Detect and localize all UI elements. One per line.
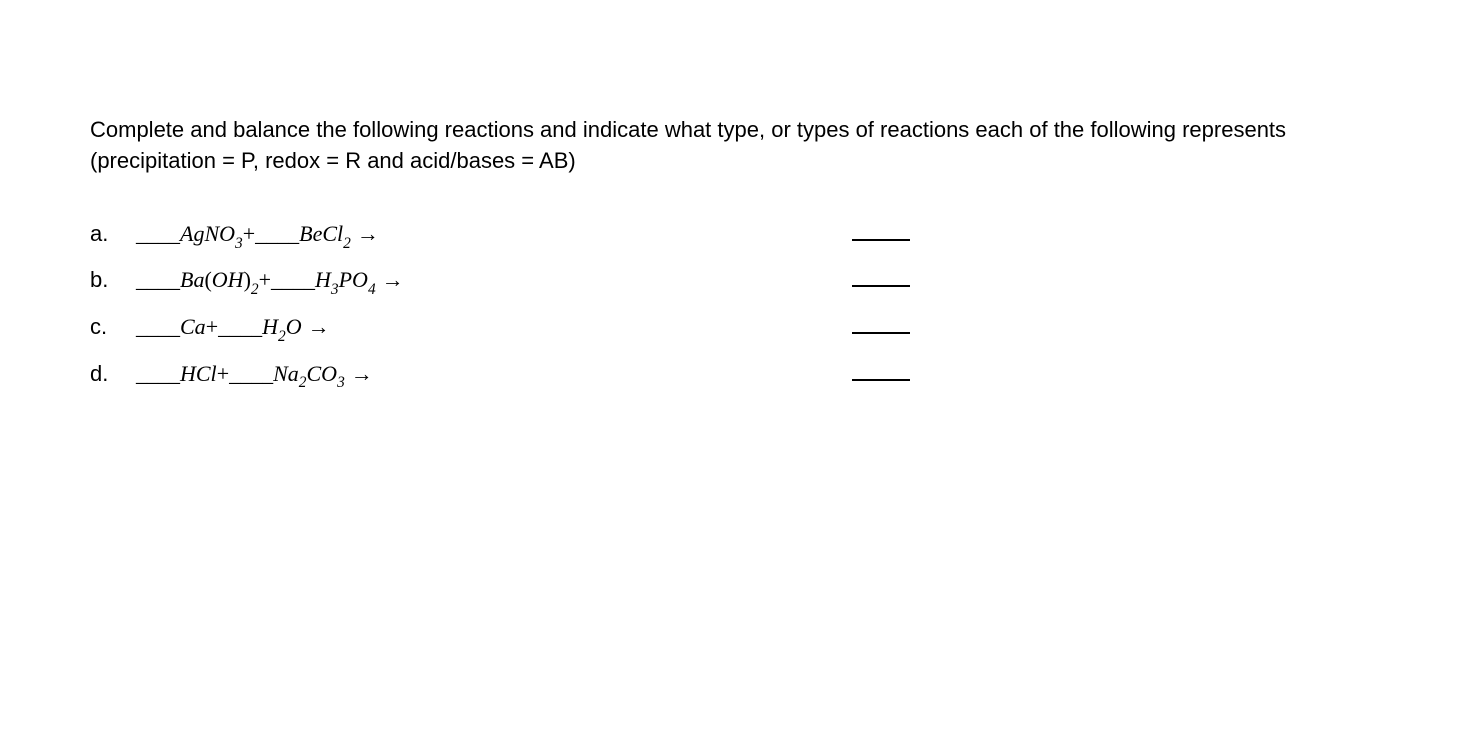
reactant-text: BeCl	[299, 221, 343, 246]
paren: )	[244, 267, 251, 292]
coefficient-blank[interactable]: ____	[229, 361, 273, 387]
reactant-text: Na	[273, 361, 299, 386]
subscript: 3	[337, 374, 345, 391]
reaction-arrow: →	[345, 361, 373, 386]
reactant-text: AgNO	[180, 221, 235, 246]
reaction-type-blank[interactable]	[852, 310, 910, 334]
reactant-text: Ba	[180, 267, 204, 292]
reactant-text: HCl	[180, 361, 217, 386]
subscript: 3	[331, 281, 339, 298]
problem-a-equation: ____AgNO3+____BeCl2→	[136, 221, 379, 251]
reaction-arrow: →	[302, 314, 330, 339]
problems-list: a. ____AgNO3+____BeCl2→ b. ____Ba(OH)2+_…	[90, 217, 1380, 391]
reaction-type-blank[interactable]	[852, 217, 910, 241]
subscript: 2	[343, 235, 351, 252]
reactant-text: Ca	[180, 314, 206, 339]
subscript: 3	[235, 235, 243, 252]
problem-c-label: c.	[90, 314, 136, 340]
problem-b-label: b.	[90, 267, 136, 293]
problem-b: b. ____Ba(OH)2+____H3PO4→	[90, 263, 1380, 298]
reactant-text: CO	[307, 361, 338, 386]
problem-c: c. ____Ca+____H2O→	[90, 310, 1380, 345]
reactant-text: H	[315, 267, 331, 292]
instructions-text: Complete and balance the following react…	[90, 115, 1380, 177]
plus-sign: +	[243, 221, 255, 246]
problem-c-equation: ____Ca+____H2O→	[136, 314, 330, 344]
paren: (	[204, 267, 211, 292]
coefficient-blank[interactable]: ____	[136, 314, 180, 340]
plus-sign: +	[206, 314, 218, 339]
reactant-text: H	[262, 314, 278, 339]
reactant-text: O	[286, 314, 302, 339]
problem-d-label: d.	[90, 361, 136, 387]
coefficient-blank[interactable]: ____	[136, 221, 180, 247]
plus-sign: +	[259, 267, 271, 292]
subscript: 2	[278, 328, 286, 345]
coefficient-blank[interactable]: ____	[136, 267, 180, 293]
problem-b-equation: ____Ba(OH)2+____H3PO4→	[136, 267, 404, 297]
problem-a: a. ____AgNO3+____BeCl2→	[90, 217, 1380, 252]
coefficient-blank[interactable]: ____	[218, 314, 262, 340]
coefficient-blank[interactable]: ____	[271, 267, 315, 293]
reaction-arrow: →	[376, 267, 404, 292]
reaction-type-blank[interactable]	[852, 263, 910, 287]
subscript: 2	[251, 281, 259, 298]
reactant-text: PO	[339, 267, 368, 292]
reaction-arrow: →	[351, 221, 379, 246]
subscript: 2	[299, 374, 307, 391]
problem-d-equation: ____HCl+____Na2CO3→	[136, 361, 373, 391]
problem-d: d. ____HCl+____Na2CO3→	[90, 356, 1380, 391]
subscript: 4	[368, 281, 376, 298]
problem-a-label: a.	[90, 221, 136, 247]
coefficient-blank[interactable]: ____	[136, 361, 180, 387]
coefficient-blank[interactable]: ____	[255, 221, 299, 247]
reaction-type-blank[interactable]	[852, 356, 910, 380]
reactant-text: OH	[212, 267, 244, 292]
plus-sign: +	[217, 361, 229, 386]
